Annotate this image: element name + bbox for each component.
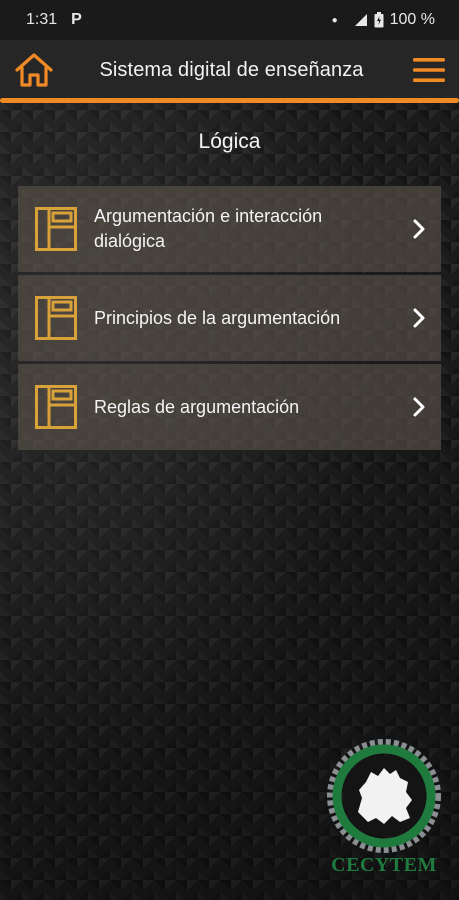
parking-app-icon: P <box>71 11 82 28</box>
hamburger-menu-icon <box>413 58 445 82</box>
chevron-right-icon <box>413 219 425 239</box>
signal-icon <box>354 13 368 27</box>
list-item-principios[interactable]: Principios de la argumentación <box>18 275 441 361</box>
layout-icon <box>35 207 77 251</box>
chevron-right-icon <box>413 308 425 328</box>
cecytem-logo: CECYTEM <box>326 738 442 883</box>
chevron-right-icon <box>413 397 425 417</box>
topic-list: Argumentación e interacción dialógica Pr… <box>18 186 441 453</box>
list-item-argumentacion-interaccion[interactable]: Argumentación e interacción dialógica <box>18 186 441 272</box>
app-title: Sistema digital de enseñanza <box>99 58 364 81</box>
app-bar-accent-line <box>0 98 459 103</box>
list-item-reglas[interactable]: Reglas de argumentación <box>18 364 441 450</box>
list-item-label: Principios de la argumentación <box>94 307 341 328</box>
status-time: 1:31 <box>26 11 58 28</box>
home-icon <box>15 53 53 87</box>
list-item-label: Reglas de argumentación <box>94 396 300 417</box>
status-bar: 1:31 P ● 100 % <box>0 0 459 40</box>
app-bar: Sistema digital de enseñanza <box>0 40 459 100</box>
list-item-label: Argumentación e interacción dialógica <box>94 206 323 251</box>
notification-dot-icon: ● <box>331 14 338 26</box>
battery-percentage: 100 % <box>389 11 435 28</box>
menu-button[interactable] <box>401 40 457 100</box>
layout-icon <box>35 296 77 340</box>
cecytem-seal-icon <box>327 739 441 853</box>
home-button[interactable] <box>6 40 62 100</box>
section-title: Lógica <box>198 130 261 153</box>
battery-icon <box>374 12 384 28</box>
layout-icon <box>35 385 77 429</box>
logo-text: CECYTEM <box>331 854 437 876</box>
